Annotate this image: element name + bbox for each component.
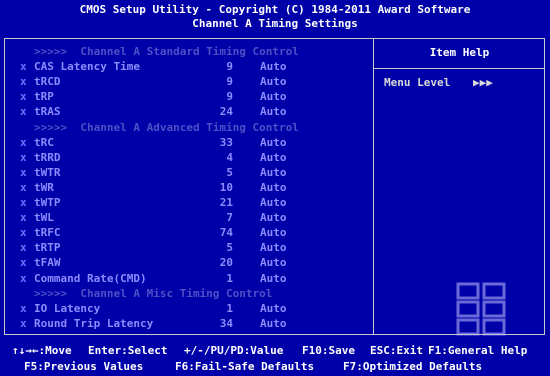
key-hint-save: F10:Save [302, 344, 355, 357]
setting-label: tRC [34, 136, 54, 149]
setting-value: 10 [219, 181, 233, 194]
disabled-marker: x [20, 75, 27, 88]
setting-value: 33 [219, 136, 233, 149]
setting-value: 20 [219, 256, 233, 269]
setting-value: 24 [219, 105, 233, 118]
section-header: >>>>> Channel A Misc Timing Control [34, 287, 273, 300]
key-hint-value: +/-/PU/PD:Value [184, 344, 284, 357]
setting-value: 1 [226, 272, 233, 285]
disabled-marker: x [20, 241, 27, 254]
setting-option: Auto [260, 75, 287, 88]
setting-label: CAS Latency Time [34, 60, 140, 73]
setting-option: Auto [260, 60, 287, 73]
setting-value: 9 [226, 60, 233, 73]
setting-label: tWTP [34, 196, 61, 209]
setting-option: Auto [260, 166, 287, 179]
setting-label: tRFC [34, 226, 61, 239]
setting-label: tRTP [34, 241, 61, 254]
disabled-marker: x [20, 181, 27, 194]
key-hint-select: Enter:Select [88, 344, 168, 357]
disabled-marker: x [20, 105, 27, 118]
setting-value: 4 [226, 151, 233, 164]
key-hint-move: ↑↓→←:Move [12, 344, 72, 357]
disabled-marker: x [20, 272, 27, 285]
help-divider [374, 68, 545, 69]
key-hint-exit: ESC:Exit [370, 344, 423, 357]
setting-option: Auto [260, 90, 287, 103]
key-hint-optimized-defaults: F7:Optimized Defaults [343, 360, 483, 373]
setting-option: Auto [260, 105, 287, 118]
menu-level-arrows-icon: ▶▶▶ [473, 76, 493, 89]
disabled-marker: x [20, 90, 27, 103]
disabled-marker: x [20, 211, 27, 224]
setting-label: Command Rate(CMD) [34, 272, 147, 285]
setting-option: Auto [260, 151, 287, 164]
setting-label: tWR [34, 181, 54, 194]
setting-option: Auto [260, 302, 287, 315]
setting-value: 34 [219, 317, 233, 330]
disabled-marker: x [20, 226, 27, 239]
setting-label: tRCD [34, 75, 61, 88]
setting-option: Auto [260, 211, 287, 224]
disabled-marker: x [20, 166, 27, 179]
setting-label: tWTR [34, 166, 61, 179]
setting-option: Auto [260, 136, 287, 149]
panel-divider [373, 38, 374, 335]
ferra-logo-watermark-icon [456, 282, 506, 336]
setting-label: tFAW [34, 256, 61, 269]
disabled-marker: x [20, 196, 27, 209]
setting-value: 9 [226, 75, 233, 88]
setting-label: tRRD [34, 151, 61, 164]
disabled-marker: x [20, 256, 27, 269]
key-hint-general-help: F1:General Help [428, 344, 528, 357]
disabled-marker: x [20, 60, 27, 73]
key-hint-previous-values: F5:Previous Values [24, 360, 144, 373]
setting-option: Auto [260, 241, 287, 254]
setting-label: tRP [34, 90, 54, 103]
disabled-marker: x [20, 317, 27, 330]
disabled-marker: x [20, 136, 27, 149]
section-header: >>>>> Channel A Advanced Timing Control [34, 121, 299, 134]
setting-option: Auto [260, 272, 287, 285]
setting-value: 5 [226, 241, 233, 254]
header-title: CMOS Setup Utility - Copyright (C) 1984-… [79, 3, 471, 16]
setting-value: 1 [226, 302, 233, 315]
setting-value: 7 [226, 211, 233, 224]
section-header: >>>>> Channel A Standard Timing Control [34, 45, 299, 58]
setting-option: Auto [260, 226, 287, 239]
disabled-marker: x [20, 302, 27, 315]
setting-option: Auto [260, 317, 287, 330]
setting-option: Auto [260, 196, 287, 209]
disabled-marker: x [20, 151, 27, 164]
setting-label: IO Latency [34, 302, 101, 315]
header-subtitle: Channel A Timing Settings [192, 17, 358, 30]
setting-value: 9 [226, 90, 233, 103]
setting-value: 74 [219, 226, 233, 239]
menu-level-label: Menu Level [384, 76, 451, 89]
setting-value: 21 [219, 196, 233, 209]
setting-label: tWL [34, 211, 54, 224]
setting-option: Auto [260, 256, 287, 269]
setting-label: tRAS [34, 105, 61, 118]
setting-value: 5 [226, 166, 233, 179]
item-help-title: Item Help [429, 46, 490, 59]
setting-label: Round Trip Latency [34, 317, 154, 330]
setting-option: Auto [260, 181, 287, 194]
key-hint-failsafe-defaults: F6:Fail-Safe Defaults [175, 360, 315, 373]
